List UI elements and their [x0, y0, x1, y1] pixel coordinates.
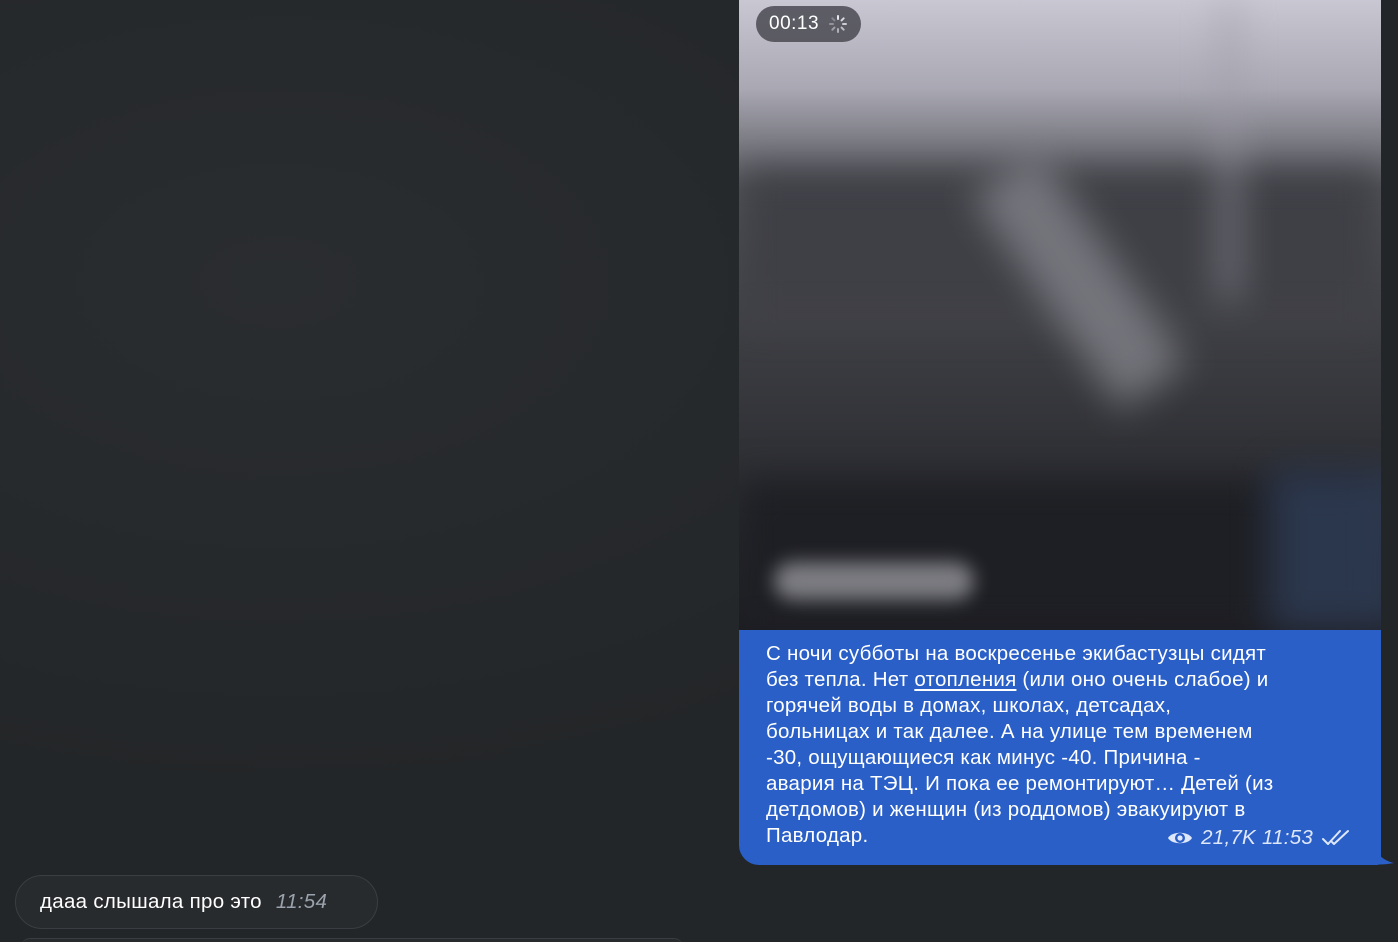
caption-text: без тепла. Нет — [766, 668, 915, 691]
message-time: 11:54 — [275, 890, 328, 913]
video-preview[interactable]: 00:13 — [739, 0, 1381, 630]
caption-line: больницах и так далее. А на улице тем вр… — [766, 720, 1253, 743]
double-check-icon — [1322, 830, 1349, 845]
message-meta: 21,7K 11:53 — [1167, 825, 1351, 851]
spinner-icon — [829, 15, 848, 33]
video-duration: 00:13 — [769, 13, 820, 34]
caption-line: без тепла. Нет отопления (или оно очень … — [766, 667, 1351, 693]
video-duration-badge: 00:13 — [756, 6, 862, 42]
message-caption: С ночи субботы на воскресенье экибастузц… — [739, 630, 1381, 865]
message-text: дааа слышала про это — [40, 890, 262, 913]
video-frame-blur — [1219, 0, 1239, 300]
chat-history[interactable]: 00:13 С ночи субботы на воскресенье экиб… — [0, 0, 1398, 942]
eye-icon — [1168, 832, 1193, 844]
caption-line: горячей воды в домах, школах, детсадах, — [766, 694, 1172, 717]
caption-line: детдомов) и женщин (из роддомов) эвакуир… — [766, 798, 1246, 821]
caption-line: авария на ТЭЦ. И пока ее ремонтируют… Де… — [766, 772, 1274, 795]
caption-line: С ночи субботы на воскресенье экибастузц… — [766, 642, 1266, 665]
caption-line: -30, ощущающиеся как минус -40. Причина … — [766, 746, 1201, 769]
video-frame-blur — [1269, 470, 1381, 630]
incoming-message[interactable] — [20, 938, 684, 942]
caption-link[interactable]: отопления — [914, 668, 1016, 691]
outgoing-message[interactable]: 00:13 С ночи субботы на воскресенье экиб… — [739, 0, 1381, 865]
message-time: 11:53 — [1261, 826, 1313, 849]
caption-text: (или оно очень слабое) и — [1016, 668, 1269, 691]
incoming-message[interactable]: дааа слышала про это 11:54 — [15, 875, 378, 929]
video-watermark — [774, 562, 974, 600]
view-count: 21,7K — [1201, 826, 1256, 849]
bubble-tail — [1370, 830, 1394, 865]
